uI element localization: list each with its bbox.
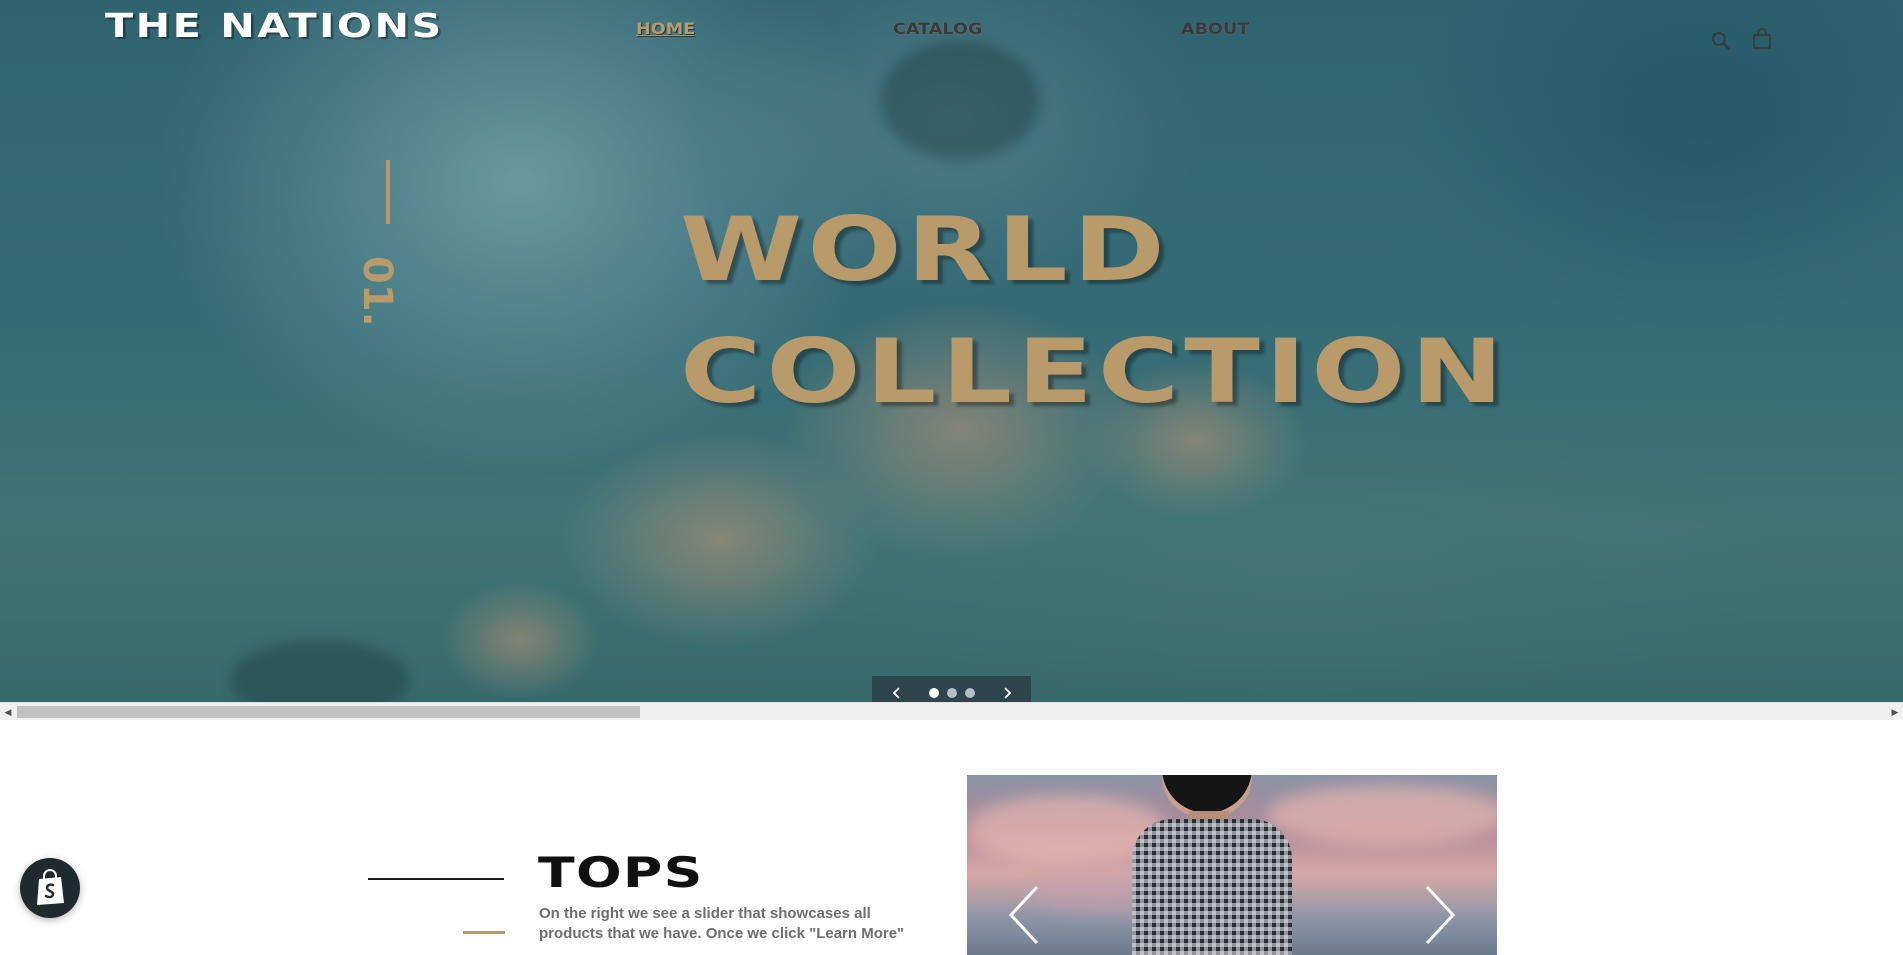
tops-heading: TOPS	[538, 848, 704, 897]
hero-title-line1: WORLD	[680, 198, 1170, 301]
product-prev-arrow-icon[interactable]	[1005, 885, 1045, 945]
slide-number: 01.	[354, 256, 400, 327]
nav-about[interactable]: ABOUT	[1181, 19, 1249, 38]
tops-description: On the right we see a slider that showca…	[539, 905, 905, 942]
scrollbar-thumb[interactable]	[17, 706, 640, 718]
nav-home[interactable]: HOME	[636, 19, 695, 38]
slider-dots	[928, 688, 975, 698]
plaid-shirt	[1132, 819, 1292, 955]
site-logo[interactable]: THE NATIONS	[105, 6, 444, 45]
product-next-arrow-icon[interactable]	[1419, 885, 1459, 945]
slide-number-divider	[386, 160, 390, 224]
horizontal-scrollbar[interactable]: ◀ ▶	[0, 702, 1903, 720]
scroll-left-arrow-icon[interactable]: ◀	[2, 706, 14, 718]
slider-dot-1[interactable]	[928, 688, 939, 698]
shopify-bag-icon[interactable]	[20, 858, 80, 918]
nav-catalog[interactable]: CATALOG	[893, 19, 982, 38]
slider-dot-3[interactable]	[964, 688, 975, 698]
scroll-right-arrow-icon[interactable]: ▶	[1889, 706, 1901, 718]
search-icon[interactable]	[1710, 30, 1732, 52]
slider-dot-2[interactable]	[946, 688, 957, 698]
cart-icon[interactable]	[1752, 28, 1774, 50]
chevron-right-icon	[1003, 687, 1011, 699]
hero-section: THE NATIONS HOME CATALOG ABOUT 01. WORLD…	[0, 0, 1903, 702]
hero-title-line2: COLLECTION	[680, 320, 1509, 423]
section-divider-accent	[463, 931, 505, 934]
section-divider-dark	[368, 878, 504, 880]
product-slider-image[interactable]	[967, 775, 1497, 955]
chevron-left-icon	[892, 687, 900, 699]
